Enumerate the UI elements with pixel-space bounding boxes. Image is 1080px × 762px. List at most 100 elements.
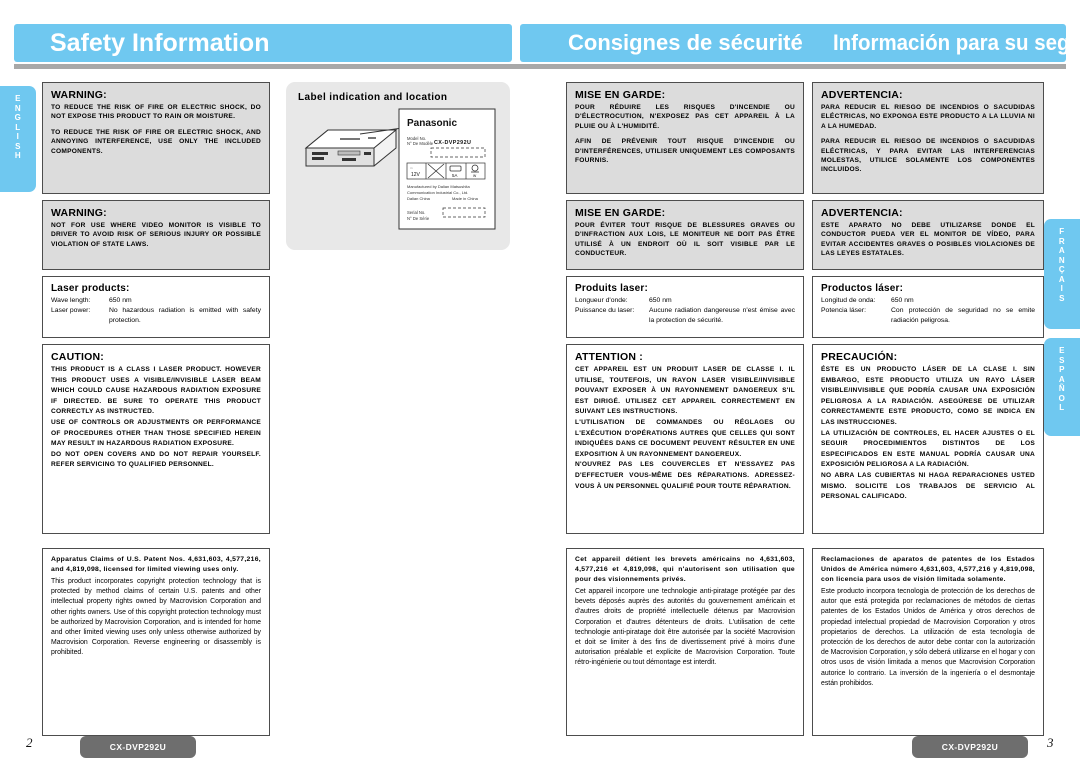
patent-box-english: Apparatus Claims of U.S. Patent Nos. 4,6… [42, 548, 270, 736]
laser-spec-wavelength: Longitud de onda: 650 nm [821, 296, 1035, 306]
warning-heading: WARNING: [51, 89, 107, 101]
caution-text: THIS PRODUCT IS A CLASS I LASER PRODUCT.… [51, 365, 261, 471]
laser-spec-key: Longitud de onda: [821, 297, 876, 304]
page-title-english: Safety Information [50, 28, 270, 57]
tab-letter: I [16, 132, 20, 141]
language-tab-espanol[interactable]: E S P A Ñ O L [1044, 338, 1080, 436]
tab-letter: G [14, 113, 22, 122]
page-title-french: Consignes de sécurité [568, 30, 803, 55]
laser-spec-power: Puissance du laser: Aucune radiation dan… [575, 306, 795, 326]
tab-letter: L [15, 122, 21, 132]
warning-heading: MISE EN GARDE: [575, 89, 666, 101]
language-tab-francais[interactable]: F R A N Ç A I S [1044, 219, 1080, 329]
language-tab-english[interactable]: E N G L I S H [0, 86, 36, 192]
caution-paragraph: NO ABRA LAS CUBIERTAS NI HAGA REPARACION… [821, 471, 1035, 501]
laser-spec-key: Wave length: [51, 297, 91, 304]
warning-text: TO REDUCE THE RISK OF FIRE OR ELECTRIC S… [51, 103, 261, 156]
tab-letter: A [1058, 246, 1066, 255]
svg-text:Communication Industrial Co.,: Communication Industrial Co., Ltd. [407, 190, 468, 195]
patent-lead-text: Reclamaciones de aparatos de patentes de… [821, 556, 1035, 583]
patent-lead-text: Apparatus Claims of U.S. Patent Nos. 4,6… [51, 556, 261, 573]
tab-letter: F [1059, 227, 1065, 236]
caution-paragraph: ÉSTE ES UN PRODUCTO LÁSER DE LA CLASE I.… [821, 366, 1035, 426]
laser-spec-value: No hazardous radiation is emitted with s… [109, 307, 261, 324]
tab-letter: Ñ [1058, 384, 1066, 393]
caution-heading: PRECAUCIÓN: [821, 351, 898, 363]
column-label-indication: Label indication and location Panasonic [286, 82, 510, 250]
model-badge-left: CX-DVP292U [80, 736, 196, 758]
dvd-unit-illustration [304, 127, 404, 167]
laser-spec-power: Potencia láser: Con protección de seguri… [821, 306, 1035, 326]
warning-heading: ADVERTENCIA: [821, 207, 903, 219]
warning-paragraph: PARA REDUCIR EL RIESGO DE INCENDIOS O SA… [821, 138, 1035, 174]
warning-box-spanish-2: ADVERTENCIA: ESTE APARATO NO DEBE UTILIZ… [812, 200, 1044, 270]
caution-box-spanish: PRECAUCIÓN: ÉSTE ES UN PRODUCTO LÁSER DE… [812, 344, 1044, 534]
svg-text:Dalian China: Dalian China [407, 196, 431, 201]
model-badge-right: CX-DVP292U [912, 736, 1028, 758]
tab-letter: R [1058, 236, 1066, 246]
column-english: WARNING: TO REDUCE THE RISK OF FIRE OR E… [42, 82, 270, 742]
page-title-spanish: Información para su seguridad [832, 30, 1080, 55]
tab-letter: S [1059, 293, 1065, 303]
laser-spec-key: Puissance du laser: [575, 307, 635, 314]
laser-spec-value: 650 nm [891, 297, 914, 304]
warning-paragraph: TO REDUCE THE RISK OF FIRE OR ELECTRIC S… [51, 104, 261, 121]
caution-paragraph: CET APPAREIL EST UN PRODUIT LASER DE CLA… [575, 366, 795, 416]
product-label-tag: Panasonic Model No. N° De Modèle CX-DVP2… [398, 108, 496, 230]
warning-paragraph: POUR RÉDUIRE LES RISQUES D'INCENDIE OU D… [575, 104, 795, 130]
caution-paragraph: USE OF CONTROLS OR ADJUSTMENTS OR PERFOR… [51, 418, 261, 448]
caution-box-english: CAUTION: THIS PRODUCT IS A CLASS I LASER… [42, 344, 270, 534]
laser-products-heading: Produits laser: [575, 283, 649, 294]
laser-spec-power: Laser power: No hazardous radiation is e… [51, 306, 261, 326]
tab-letter: Ç [1058, 265, 1066, 274]
warning-box-french-1: MISE EN GARDE: POUR RÉDUIRE LES RISQUES … [566, 82, 804, 194]
header-rule-divider [14, 64, 1066, 69]
patent-body-text: Este producto incorpora tecnologia de pr… [821, 588, 1035, 687]
warning-text: POUR ÉVITER TOUT RISQUE DE BLESSURES GRA… [575, 221, 795, 259]
laser-spec-key: Potencia láser: [821, 307, 866, 314]
warning-heading: WARNING: [51, 207, 107, 219]
laser-spec-value: Aucune radiation dangereuse n'est émise … [649, 307, 795, 324]
laser-spec-value: 650 nm [109, 297, 132, 304]
warning-paragraph: POUR ÉVITER TOUT RISQUE DE BLESSURES GRA… [575, 222, 795, 258]
caution-paragraph: N'OUVREZ PAS LES COUVERCLES ET N'ESSAYEZ… [575, 461, 795, 490]
warning-box-spanish-1: ADVERTENCIA: PARA REDUCIR EL RIESGO DE I… [812, 82, 1044, 194]
header-banner-multilingual: Consignes de sécurité Información para s… [520, 24, 1080, 62]
laser-products-box-french: Produits laser: Longueur d'onde: 650 nm … [566, 276, 804, 338]
tab-letter: N [14, 103, 22, 113]
caution-heading: ATTENTION : [575, 351, 643, 363]
laser-spec-key: Laser power: [51, 307, 91, 314]
warning-heading: ADVERTENCIA: [821, 89, 903, 101]
laser-spec-key: Longueur d'onde: [575, 297, 628, 304]
tab-letter: H [14, 151, 22, 160]
warning-text: PARA REDUCIR EL RIESGO DE INCENDIOS O SA… [821, 103, 1035, 175]
svg-text:Serial No.: Serial No. [407, 210, 425, 215]
caution-paragraph: LA UTILIZACIÓN DE CONTROLES, EL HACER AJ… [821, 429, 1035, 469]
tab-letter: L [1059, 403, 1065, 412]
svg-text:5A: 5A [452, 173, 457, 178]
warning-paragraph: ESTE APARATO NO DEBE UTILIZARSE DONDE EL… [821, 222, 1035, 258]
page-number-left: 2 [26, 735, 33, 750]
svg-text:Made in China: Made in China [452, 196, 479, 201]
svg-text:N° De Modèle: N° De Modèle [407, 141, 434, 146]
patent-box-spanish: Reclamaciones de aparatos de patentes de… [812, 548, 1044, 736]
patent-box-french: Cet appareil détient les brevets américa… [566, 548, 804, 736]
laser-products-heading: Productos láser: [821, 283, 904, 294]
svg-text:CX-DVP292U: CX-DVP292U [434, 140, 471, 146]
laser-products-heading: Laser products: [51, 283, 130, 294]
patent-body-text: Cet appareil incorpore une technologie a… [575, 588, 795, 667]
laser-products-box-spanish: Productos láser: Longitud de onda: 650 n… [812, 276, 1044, 338]
laser-spec-wavelength: Longueur d'onde: 650 nm [575, 296, 795, 306]
caution-paragraph: DO NOT OPEN COVERS AND DO NOT REPAIR YOU… [51, 450, 261, 469]
column-french: MISE EN GARDE: POUR RÉDUIRE LES RISQUES … [566, 82, 804, 742]
warning-paragraph: TO REDUCE THE RISK OF FIRE OR ELECTRIC S… [51, 128, 261, 155]
header-banner-english: Safety Information [14, 24, 512, 62]
caution-box-french: ATTENTION : CET APPAREIL EST UN PRODUIT … [566, 344, 804, 534]
tab-letter: A [1058, 274, 1066, 284]
tab-letter: P [1059, 365, 1065, 374]
document-page: Safety Information Consignes de sécurité… [0, 0, 1080, 762]
tab-letter: S [1059, 355, 1065, 365]
laser-spec-value: Con protección de seguridad no se emite … [891, 307, 1035, 324]
laser-products-box-english: Laser products: Wave length: 650 nm Lase… [42, 276, 270, 338]
svg-text:N° De Série: N° De Série [407, 216, 430, 221]
